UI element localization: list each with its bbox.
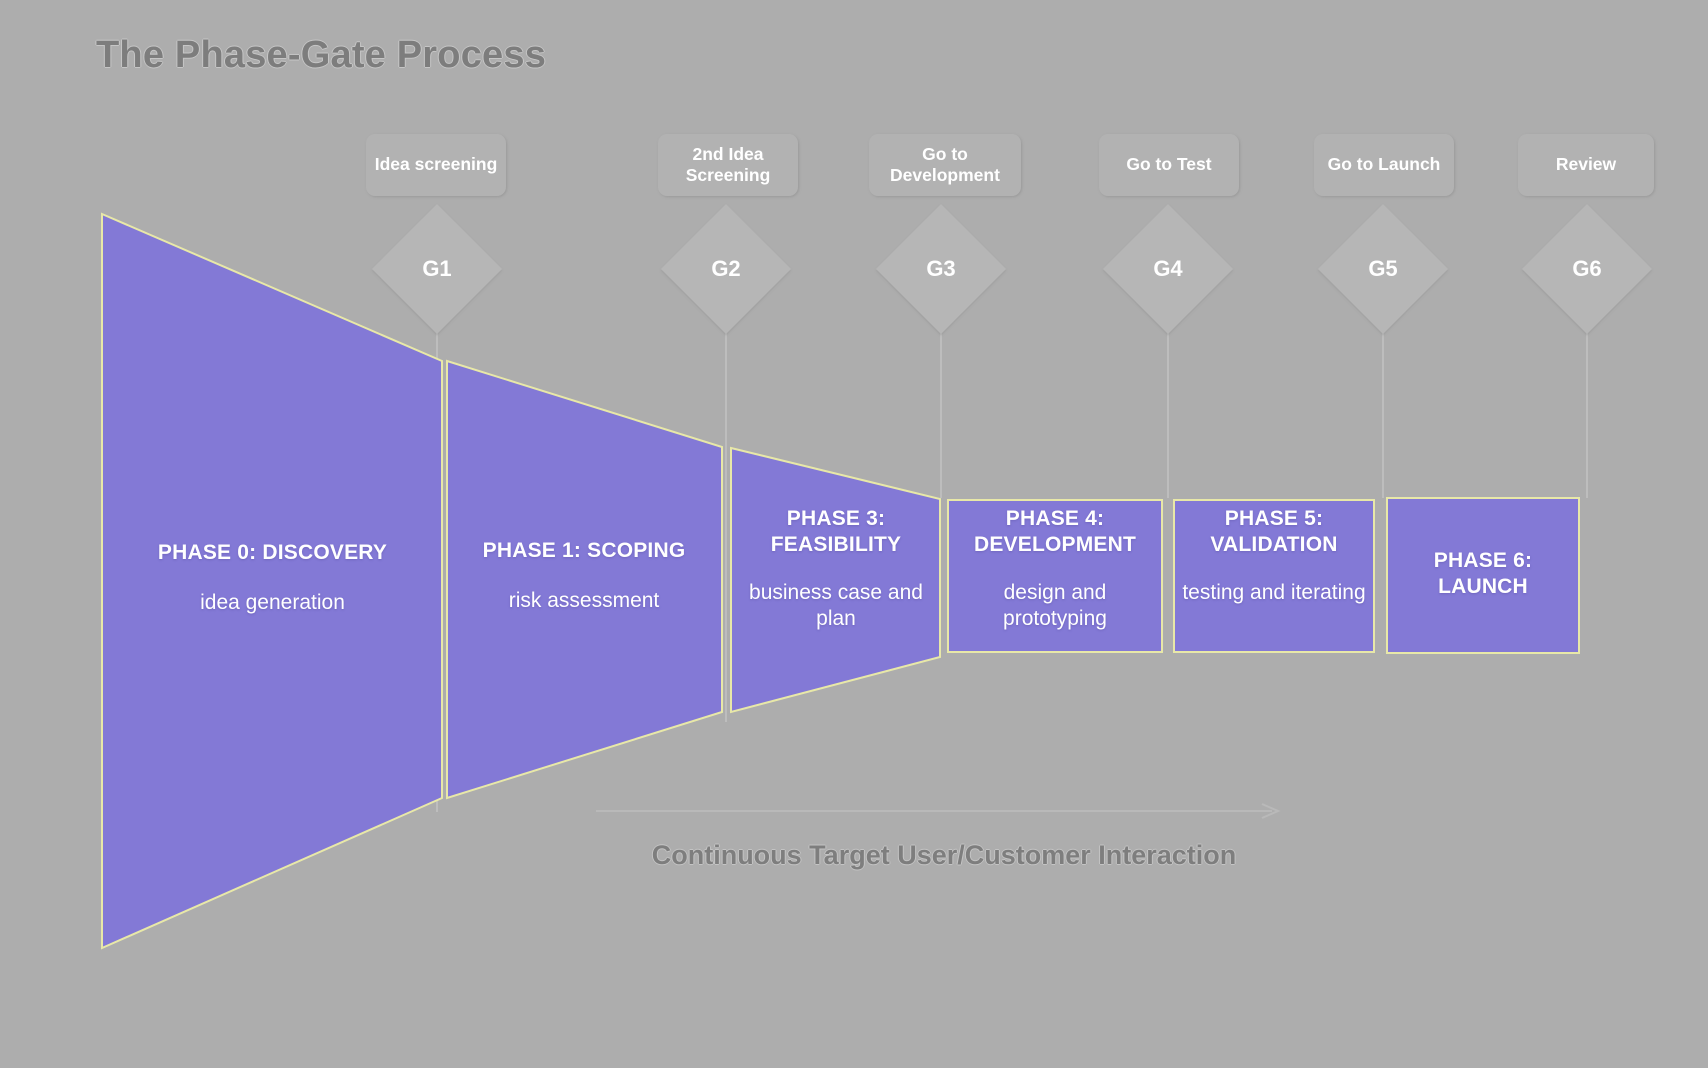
diagram-canvas: The Phase-Gate Process Idea screening 2n… (0, 0, 1708, 1068)
phase-5-shape (1173, 499, 1375, 653)
gate-label-g3-text: Go to Development (890, 143, 1000, 185)
gate-label-g4-text: Go to Test (1126, 154, 1212, 175)
phase-3-shape (730, 446, 941, 714)
gate-label-g6[interactable]: Review (1518, 134, 1654, 196)
phase-4-shape (947, 499, 1163, 653)
phase-0-shape (101, 212, 443, 950)
gate-label-g1[interactable]: Idea screening (366, 134, 506, 196)
gate-label-g1-text: Idea screening (374, 154, 498, 175)
continuous-interaction-arrow (596, 803, 1281, 819)
phase-6-shape (1386, 497, 1580, 654)
gate-label-g5-text: Go to Launch (1327, 154, 1441, 175)
gate-label-g4[interactable]: Go to Test (1099, 134, 1239, 196)
continuous-interaction-caption: Continuous Target User/Customer Interact… (651, 840, 1237, 870)
gate-label-g2[interactable]: 2nd Idea Screening (658, 134, 798, 196)
gate-label-g2-text: 2nd Idea Screening (685, 143, 771, 185)
phase-1-shape (446, 359, 723, 800)
gate-label-g5[interactable]: Go to Launch (1314, 134, 1454, 196)
gate-label-g6-text: Review (1555, 154, 1617, 175)
gate-label-g3[interactable]: Go to Development (869, 134, 1021, 196)
